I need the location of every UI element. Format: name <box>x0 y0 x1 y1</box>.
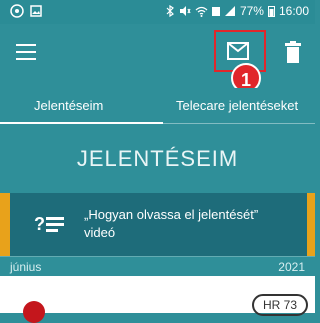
report-row[interactable]: HR 73 <box>0 276 315 323</box>
date-month: június <box>10 260 42 274</box>
date-bar: június 2021 <box>0 256 315 277</box>
help-list-icon: ? <box>34 214 64 233</box>
video-card[interactable]: ? „Hogyan olvassa el jelentését” videó <box>0 193 315 256</box>
date-year: 2021 <box>278 260 305 274</box>
battery-percent: 77% <box>239 4 264 18</box>
tab-telecare-reports[interactable]: Telecare jelentéseket <box>176 98 298 113</box>
clock: 16:00 <box>278 4 309 18</box>
image-notification-icon <box>30 5 42 17</box>
video-card-text: „Hogyan olvassa el jelentését” videó <box>84 207 259 240</box>
page-title: JELENTÉSEIM <box>76 146 239 171</box>
status-dot-icon <box>23 301 45 323</box>
wifi-icon <box>195 6 208 17</box>
tab-my-reports[interactable]: Jelentéseim <box>34 98 103 113</box>
app-notification-icon <box>10 4 24 18</box>
mail-icon <box>227 42 249 60</box>
signal-icon <box>224 6 235 16</box>
app-bar: 1 <box>0 24 315 93</box>
battery-icon <box>267 6 275 17</box>
mute-icon <box>179 6 191 16</box>
status-bar: 77% 16:00 <box>0 0 315 24</box>
tab-bar: Jelentéseim Telecare jelentéseket <box>0 88 315 125</box>
menu-icon[interactable] <box>16 44 36 60</box>
main-content: JELENTÉSEIM ? „Hogyan olvassa el jelenté… <box>0 124 315 323</box>
bluetooth-icon <box>166 5 174 17</box>
delete-button[interactable] <box>285 41 301 68</box>
svg-text:?: ? <box>34 214 45 233</box>
trash-icon <box>285 41 301 63</box>
data-icon <box>211 7 220 16</box>
